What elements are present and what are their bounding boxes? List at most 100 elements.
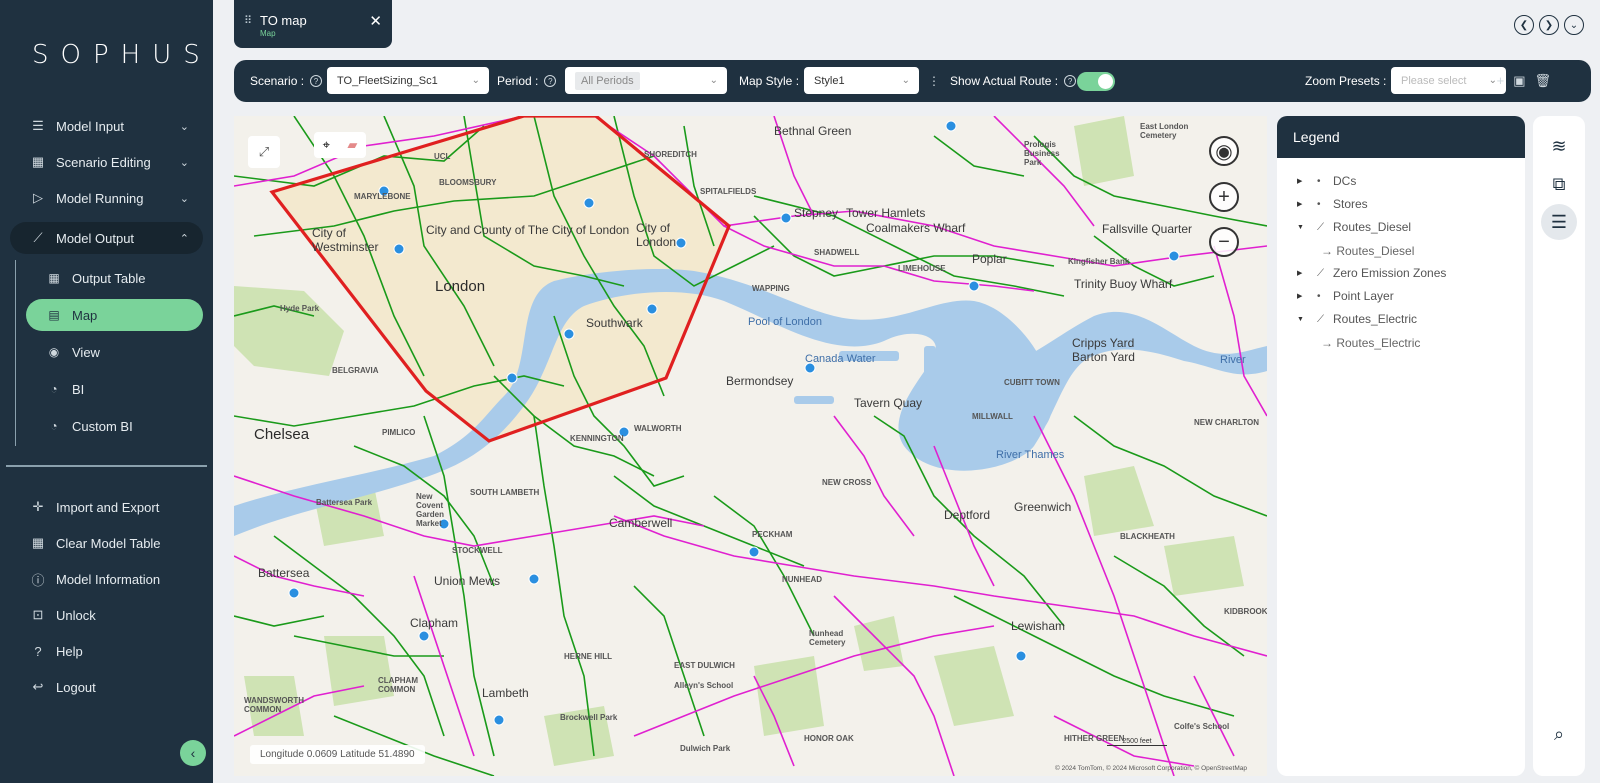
play-icon: ▷	[33, 190, 43, 205]
map-label: BLOOMSBURY	[439, 178, 497, 187]
legend-item-routes-diesel[interactable]: ▼ ⟋ Routes_Diesel	[1297, 220, 1411, 234]
view-icon: ◉	[48, 345, 60, 359]
sidebar-item-view[interactable]: ◉ View	[26, 336, 203, 368]
add-layer-button[interactable]: ⧉	[1541, 166, 1577, 202]
chevron-down-icon[interactable]: ⌄	[1564, 15, 1584, 35]
add-icon[interactable]: +	[1497, 73, 1505, 89]
legend-item-label: Zero Emission Zones	[1333, 266, 1447, 280]
scenario-value: TO_FleetSizing_Sc1	[337, 74, 438, 87]
sidebar-item-logout[interactable]: ↩ Logout	[10, 671, 203, 703]
layers-button[interactable]: ≋	[1541, 128, 1577, 164]
save-icon[interactable]: ▣	[1513, 73, 1525, 89]
map-label: MARYLEBONE	[354, 192, 411, 201]
sidebar-item-model-input[interactable]: ☰ Model Input ⌄	[10, 110, 203, 142]
sidebar-item-unlock[interactable]: ⊡ Unlock	[10, 599, 203, 631]
point-symbol-icon: •	[1317, 290, 1321, 302]
help-icon[interactable]: ?	[544, 75, 557, 87]
legend-item-label: Routes_Diesel	[1333, 220, 1412, 234]
map-canvas[interactable]: Bethnal Green Tower Hamlets Stepney Coal…	[234, 116, 1267, 776]
sidebar-item-import-export[interactable]: ✛ Import and Export	[10, 491, 203, 523]
scenario-label: Scenario :	[250, 74, 305, 88]
map-label: Battersea	[258, 566, 310, 580]
close-icon[interactable]: ✕	[369, 12, 382, 30]
caret-right-icon[interactable]: ▶	[1297, 177, 1307, 185]
zoom-presets-label: Zoom Presets :	[1305, 74, 1387, 88]
legend-button[interactable]: ☰	[1541, 204, 1577, 240]
caret-down-icon[interactable]: ▼	[1297, 316, 1307, 323]
collapse-sidebar-button[interactable]: ‹	[180, 740, 206, 766]
delete-icon[interactable]: 🗑	[1534, 73, 1551, 89]
legend-item-stores[interactable]: ▶ • Stores	[1297, 197, 1368, 211]
sidebar-item-model-information[interactable]: ⓘ Model Information	[10, 563, 203, 595]
legend-item-dcs[interactable]: ▶ • DCs	[1297, 174, 1356, 188]
sidebar-item-clear-model-table[interactable]: ▦ Clear Model Table	[10, 527, 203, 559]
sidebar-item-help[interactable]: ? Help	[10, 635, 203, 667]
zoom-in-button[interactable]: +	[1209, 182, 1239, 212]
chevron-right-icon[interactable]: ❯	[1539, 15, 1559, 35]
line-symbol-icon: ⟋	[1317, 313, 1324, 325]
legend-item-point-layer[interactable]: ▶ • Point Layer	[1297, 289, 1394, 303]
map-label: New Covent Garden Market	[416, 492, 445, 528]
sidebar-item-label: Model Input	[56, 118, 124, 134]
legend-item-zero-emission-zones[interactable]: ▶ ⟋ Zero Emission Zones	[1297, 266, 1446, 280]
eraser-icon[interactable]: ▰	[347, 137, 357, 153]
arrow-right-icon: →	[1321, 336, 1337, 350]
caret-right-icon[interactable]: ▶	[1297, 200, 1307, 208]
map-label: WALWORTH	[634, 424, 682, 433]
zoom-presets-select[interactable]: Please select ⌄	[1391, 67, 1506, 94]
period-select[interactable]: All Periods ⌄	[565, 67, 727, 94]
map-style-select[interactable]: Style1 ⌄	[804, 67, 919, 94]
map-style-label: Map Style :	[739, 74, 800, 88]
sidebar-divider	[6, 465, 207, 467]
map-label: City of Westminster	[312, 226, 379, 254]
sidebar-item-label: Model Running	[56, 190, 144, 206]
map-label: Poplar	[972, 252, 1007, 266]
period-value: All Periods	[575, 71, 640, 90]
scenario-select[interactable]: TO_FleetSizing_Sc1 ⌄	[327, 67, 489, 94]
line-symbol-icon: ⟋	[1317, 221, 1324, 233]
sidebar-item-model-output[interactable]: ⟋ Model Output ⌃	[10, 222, 203, 254]
list-icon: ☰	[32, 118, 44, 133]
map-label: BLACKHEATH	[1120, 532, 1175, 541]
map-label: Nunhead Cemetery	[809, 629, 846, 647]
sidebar-item-model-running[interactable]: ▷ Model Running ⌄	[10, 182, 203, 214]
polygon-draw-icon[interactable]: ⌖	[323, 137, 330, 153]
show-route-toggle[interactable]	[1077, 72, 1115, 91]
zoom-out-button[interactable]: −	[1209, 227, 1239, 257]
fullscreen-button[interactable]: ⤢	[248, 136, 280, 168]
help-icon: ?	[34, 643, 42, 659]
drag-handle-icon[interactable]: ⠿	[244, 14, 252, 27]
sidebar-item-label: Logout	[56, 679, 96, 695]
legend-child-routes-diesel: → Routes_Diesel	[1321, 244, 1414, 258]
scenario-label-group: Scenario : ?	[250, 60, 323, 102]
help-icon[interactable]: ?	[1064, 75, 1077, 87]
sidebar-item-output-table[interactable]: ▦ Output Table	[26, 262, 203, 294]
show-route-label: Show Actual Route :	[950, 74, 1059, 88]
sidebar-item-map[interactable]: ▤ Map	[26, 299, 203, 331]
caret-right-icon[interactable]: ▶	[1297, 292, 1307, 300]
more-icon[interactable]: ⋮	[928, 74, 940, 88]
caret-right-icon[interactable]: ▶	[1297, 269, 1307, 277]
map-label: CUBITT TOWN	[1004, 378, 1060, 387]
legend-item-label: Stores	[1333, 197, 1368, 211]
clear-table-icon: ▦	[31, 535, 45, 550]
sidebar-item-custom-bi[interactable]: ◔ Custom BI	[26, 410, 203, 442]
map-label: Deptford	[944, 508, 991, 522]
chart-icon: ▦	[31, 154, 45, 169]
line-symbol-icon: ⟋	[1317, 267, 1324, 279]
legend-item-routes-electric[interactable]: ▼ ⟋ Routes_Electric	[1297, 312, 1417, 326]
help-icon[interactable]: ?	[310, 75, 323, 87]
caret-down-icon[interactable]: ▼	[1297, 224, 1307, 231]
chevron-left-icon[interactable]: ❮	[1514, 15, 1534, 35]
sidebar-item-scenario-editing[interactable]: ▦ Scenario Editing ⌄	[10, 146, 203, 178]
map-toolbar: Scenario : ? TO_FleetSizing_Sc1 ⌄ Period…	[234, 60, 1591, 102]
sidebar-item-bi[interactable]: ◔ BI	[26, 373, 203, 405]
locate-button[interactable]: ◉	[1209, 136, 1239, 166]
minus-icon: −	[1218, 230, 1230, 253]
tab-to-map[interactable]: ⠿ TO map Map ✕	[234, 0, 392, 48]
analytics-button[interactable]: ⌕	[1541, 716, 1577, 752]
map-label: NEW CHARLTON	[1194, 418, 1260, 427]
add-layer-icon: ⧉	[1552, 173, 1566, 194]
map-label: Bethnal Green	[774, 124, 852, 138]
chevron-down-icon: ⌄	[179, 120, 189, 133]
